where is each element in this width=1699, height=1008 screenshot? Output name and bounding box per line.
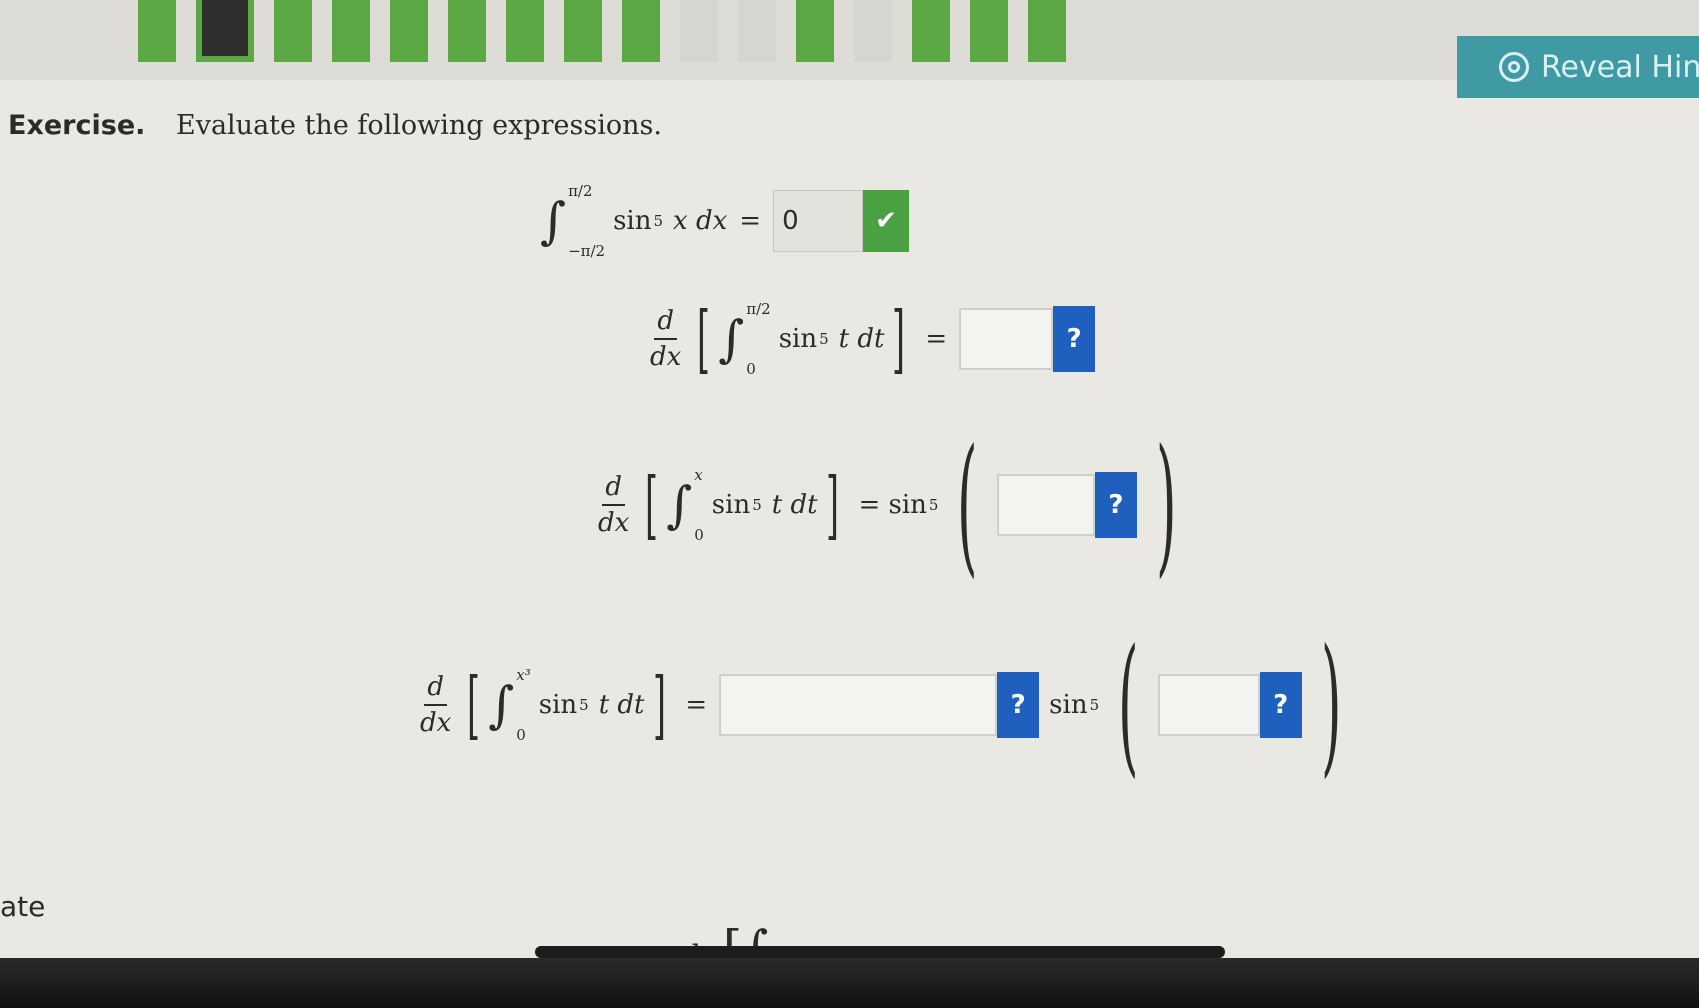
equation-4: d dx [ ∫ x³ 0 sin 5 t dt ] = ? sin 5 ( ?… [420, 630, 1360, 780]
lower-limit: 0 [694, 526, 704, 544]
integrand-power: 5 [653, 212, 664, 230]
integrand-variable: t dt [771, 490, 818, 520]
equation-3: d dx [ ∫ x 0 sin 5 t dt ] = sin 5 ( ? ) [598, 430, 1196, 580]
progress-segment[interactable] [854, 0, 892, 62]
integral-sign: ∫ [540, 192, 567, 250]
lifebuoy-icon [1499, 52, 1529, 82]
answer-field-1[interactable]: 0 [773, 190, 864, 252]
progress-segment[interactable] [506, 0, 544, 62]
equals-sign: = [685, 690, 708, 720]
progress-segment[interactable] [622, 0, 660, 62]
equals-sign: = [925, 324, 948, 354]
hint-button[interactable]: ? [1094, 472, 1137, 538]
upper-limit: x [694, 466, 703, 484]
integral-sign: ∫ [488, 676, 515, 734]
progress-segment[interactable] [274, 0, 312, 62]
derivative-operator: d dx [598, 472, 629, 538]
right-paren: ) [1155, 418, 1177, 592]
progress-segment[interactable] [390, 0, 428, 62]
answer-value: 0 [782, 206, 799, 236]
upper-limit: π/2 [568, 182, 593, 200]
equation-2: d dx [ ∫ π/2 0 sin 5 t dt ] = ? [650, 296, 1096, 382]
answer-input-2[interactable] [959, 308, 1054, 370]
derivative-denominator: dx [650, 342, 682, 372]
derivative-denominator: dx [420, 708, 452, 738]
integral-limits: x³ 0 [516, 666, 530, 744]
integral-limits: π/2 −π/2 [568, 182, 605, 260]
progress-segment[interactable] [796, 0, 834, 62]
integral-sign: ∫ [666, 476, 693, 534]
left-bracket: [ [467, 662, 481, 748]
integral-limits: x 0 [694, 466, 704, 544]
hint-button[interactable]: ? [1259, 672, 1302, 738]
upper-limit: π/2 [746, 300, 771, 318]
hint-button[interactable]: ? [997, 672, 1040, 738]
derivative-operator: d dx [650, 306, 681, 372]
integrand-variable: x dx [673, 206, 728, 236]
progress-segment[interactable] [912, 0, 950, 62]
left-bracket: [ [697, 296, 711, 382]
integrand-function: sin [538, 690, 578, 720]
right-bracket: ] [652, 662, 666, 748]
integrand-function: sin [711, 490, 751, 520]
integrand-power: 5 [752, 496, 762, 514]
progress-segment[interactable] [564, 0, 602, 62]
progress-bar [138, 0, 1066, 62]
reveal-hint-label: Reveal Hin [1541, 49, 1699, 85]
derivative-numerator: d [654, 306, 677, 340]
rhs-power: 5 [928, 496, 939, 514]
integrand-variable: t dt [598, 690, 645, 720]
integrand-variable: t dt [838, 324, 885, 354]
check-icon: ✔ [863, 190, 910, 252]
progress-segment[interactable] [448, 0, 486, 62]
derivative-numerator: d [424, 672, 447, 706]
rhs-function: = sin [858, 490, 927, 520]
left-paren: ( [1118, 618, 1139, 792]
lower-limit: 0 [516, 726, 526, 744]
progress-segment[interactable] [1028, 0, 1066, 62]
progress-segment[interactable] [970, 0, 1008, 62]
equals-sign: = [739, 206, 762, 236]
lower-limit: −π/2 [568, 242, 606, 260]
answer-input-4b[interactable] [1157, 674, 1260, 736]
hint-button[interactable]: ? [1053, 306, 1096, 372]
right-bracket: ] [892, 296, 906, 382]
derivative-numerator: d [602, 472, 625, 506]
answer-input-4a[interactable] [719, 674, 998, 736]
progress-segment[interactable] [332, 0, 370, 62]
screen-bezel-bar [535, 946, 1225, 958]
screen-bezel [0, 958, 1699, 1008]
progress-segment-current[interactable] [196, 0, 254, 62]
mid-function: sin [1049, 690, 1088, 720]
upper-limit: x³ [516, 666, 531, 684]
derivative-operator: d dx [420, 672, 451, 738]
right-bracket: ] [825, 462, 839, 548]
exercise-heading: Exercise. Evaluate the following express… [8, 110, 662, 141]
progress-segment[interactable] [138, 0, 176, 62]
lower-limit: 0 [746, 360, 756, 378]
reveal-hint-button[interactable]: Reveal Hin [1457, 36, 1699, 98]
derivative-denominator: dx [598, 508, 630, 538]
integral-limits: π/2 0 [746, 300, 770, 378]
integrand-power: 5 [579, 696, 589, 714]
mid-power: 5 [1089, 696, 1100, 714]
exercise-instructions: Evaluate the following expressions. [175, 110, 662, 141]
answer-input-3[interactable] [996, 474, 1095, 536]
progress-segment[interactable] [738, 0, 776, 62]
integral-sign: ∫ [718, 310, 745, 368]
right-paren: ) [1320, 618, 1342, 792]
exercise-label: Exercise. [8, 110, 146, 141]
progress-segment[interactable] [680, 0, 718, 62]
left-bracket: [ [645, 462, 659, 548]
integrand-function: sin [613, 206, 652, 236]
left-paren: ( [957, 418, 978, 592]
integrand-function: sin [778, 324, 818, 354]
side-text: ate [0, 890, 46, 923]
integrand-power: 5 [819, 330, 829, 348]
equation-1: ∫ π/2 −π/2 sin 5 x dx = 0 ✔ [540, 182, 910, 260]
